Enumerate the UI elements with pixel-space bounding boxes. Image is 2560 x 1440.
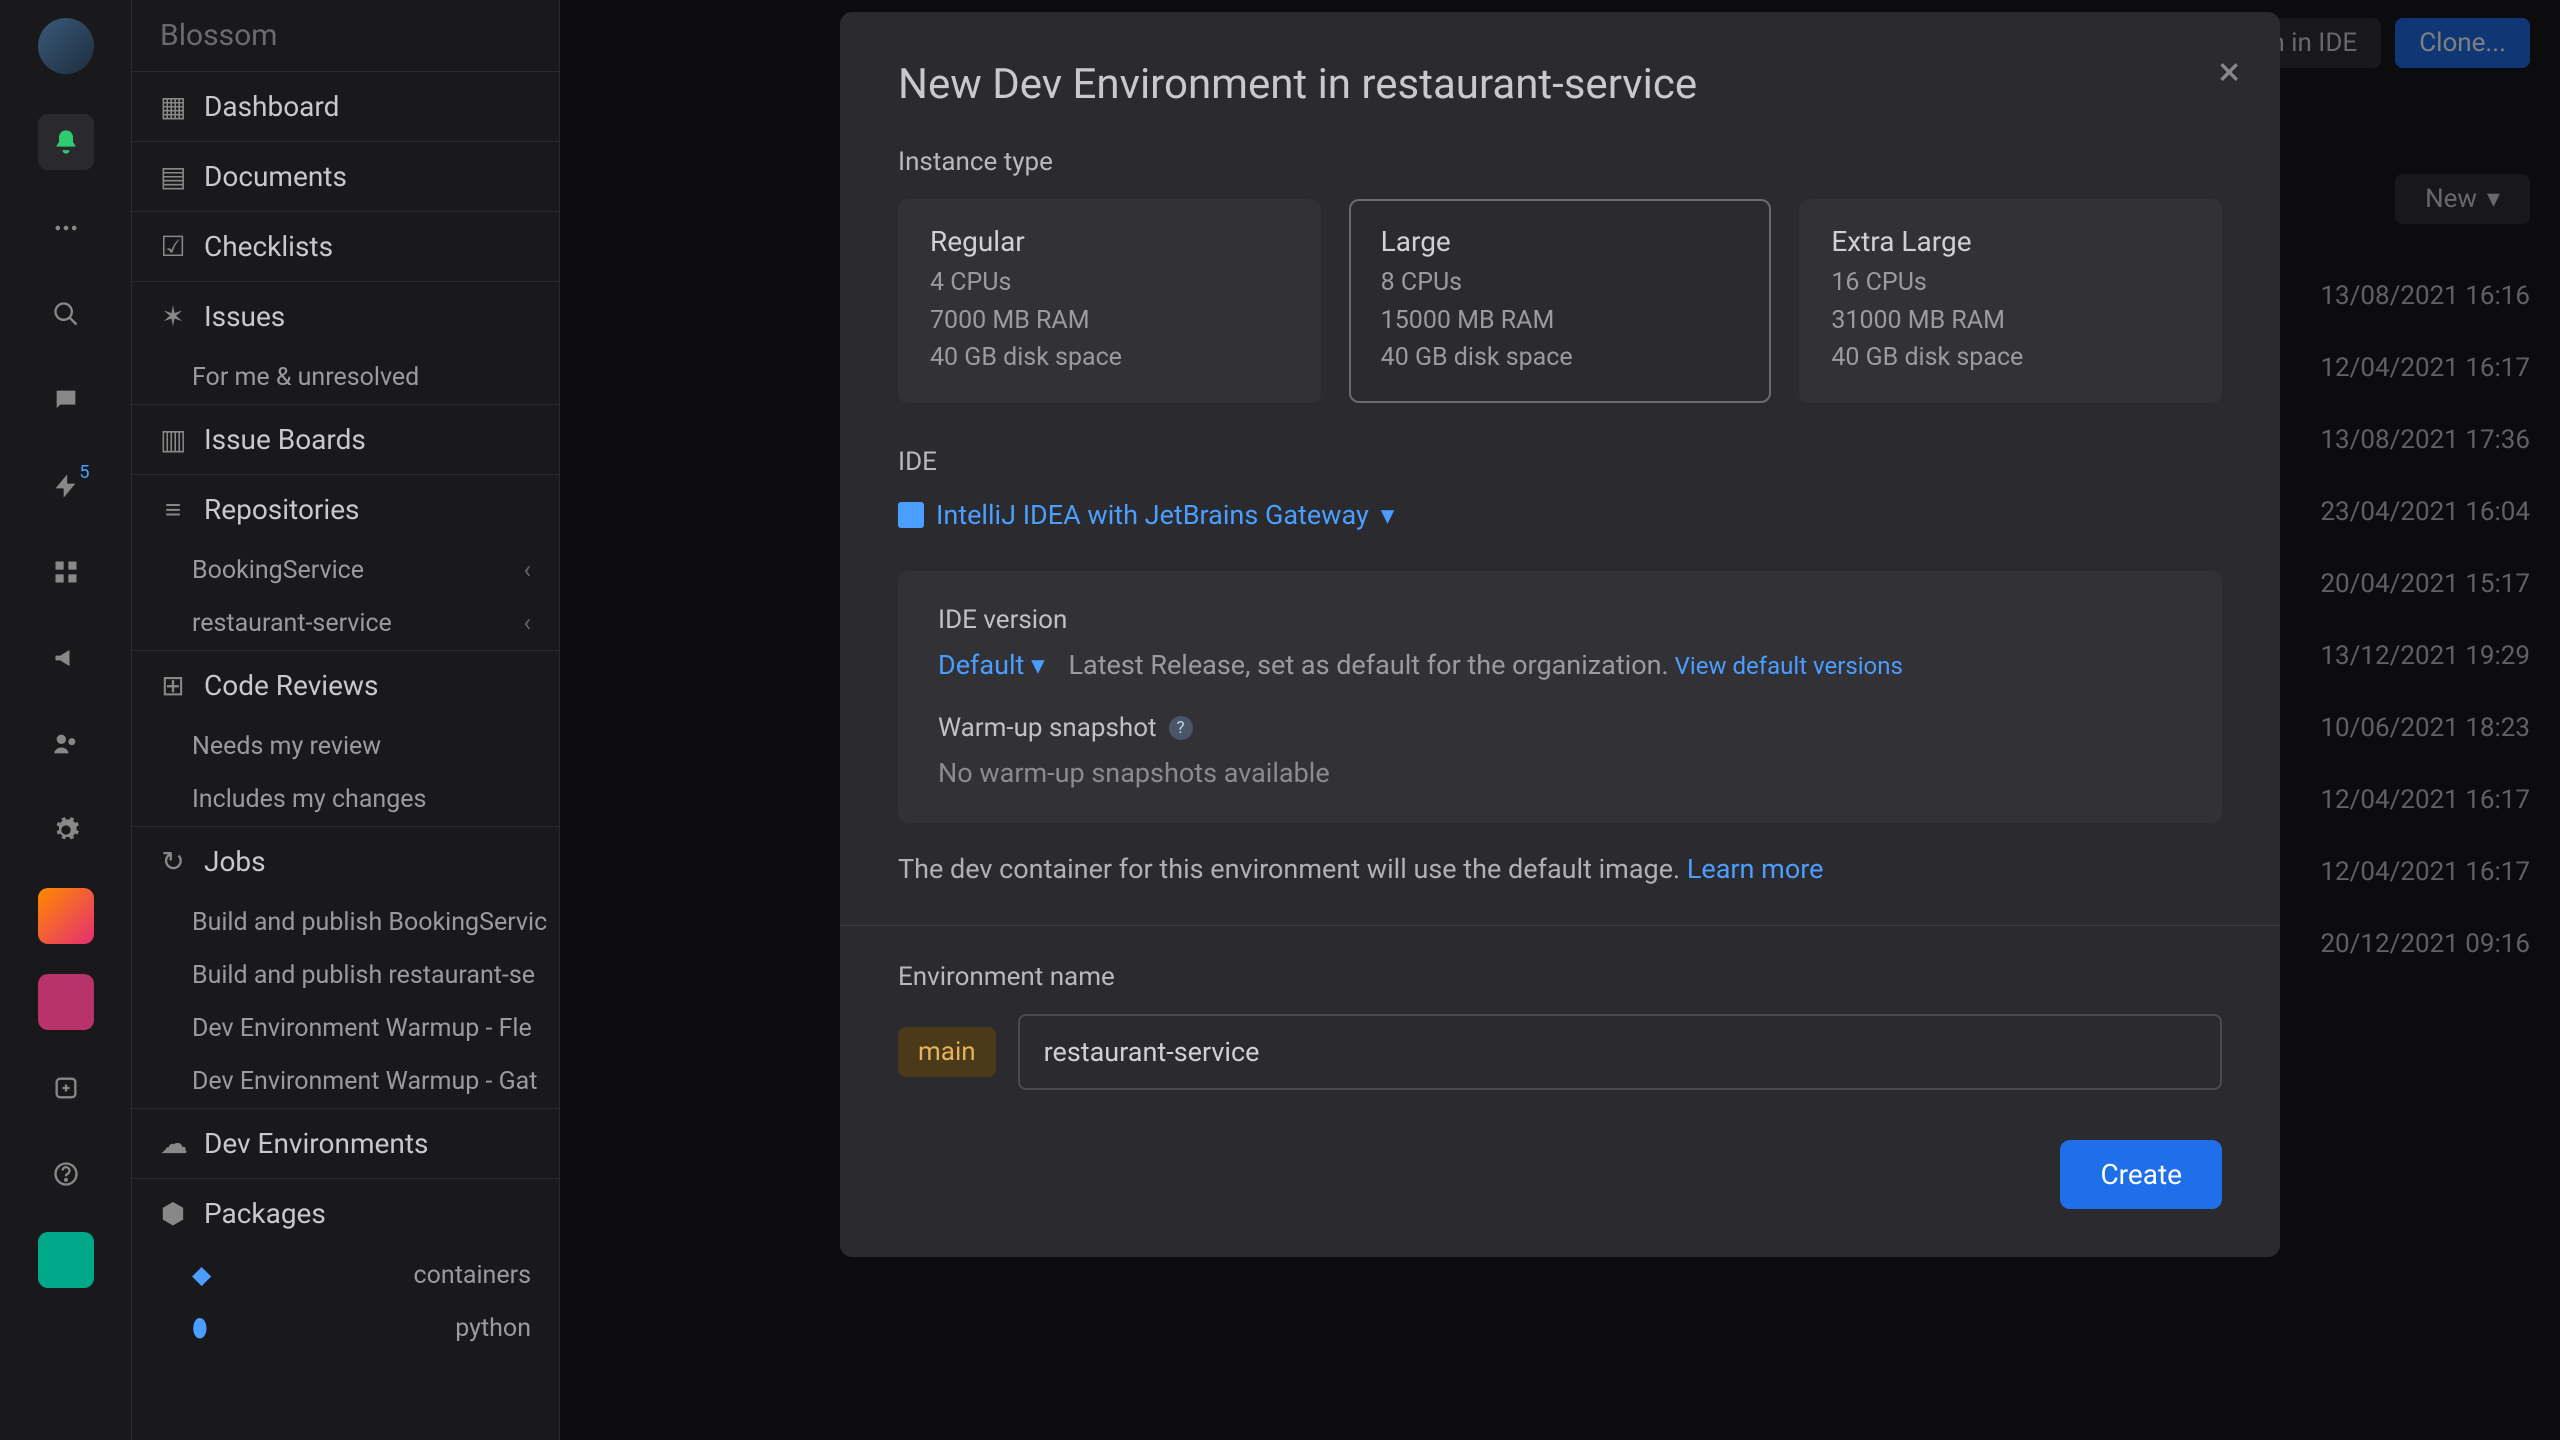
sidebar-sub-repo-booking[interactable]: BookingService‹ — [132, 544, 559, 597]
divider — [840, 925, 2280, 926]
sidebar: Blossom ▦Dashboard ▤Documents ☑Checklist… — [132, 0, 560, 1440]
close-icon[interactable]: × — [2219, 48, 2240, 95]
megaphone-icon[interactable] — [38, 630, 94, 686]
sidebar-item-checklists[interactable]: ☑Checklists — [132, 212, 559, 281]
instance-type-label: Instance type — [898, 147, 2222, 177]
add-icon[interactable] — [38, 1060, 94, 1116]
sidebar-sub-job-3[interactable]: Dev Environment Warmup - Fle — [132, 1002, 559, 1055]
branch-tag: main — [898, 1027, 996, 1077]
ide-selector[interactable]: IntelliJ IDEA with JetBrains Gateway ▾ — [898, 499, 2222, 531]
gear-icon[interactable] — [38, 802, 94, 858]
main-area: Settings Open in IDE Clone... New▾ dency… — [560, 0, 2560, 1440]
app-shortcut-3[interactable] — [38, 1232, 94, 1288]
sidebar-sub-pkg-containers[interactable]: ◆containers — [132, 1248, 559, 1302]
more-icon[interactable] — [38, 200, 94, 256]
search-icon[interactable] — [38, 286, 94, 342]
learn-more-link[interactable]: Learn more — [1687, 853, 1824, 885]
intellij-icon — [898, 502, 924, 528]
warmup-status: No warm-up snapshots available — [938, 757, 2182, 789]
warmup-label: Warm-up snapshot — [938, 713, 1157, 743]
avatar[interactable] — [38, 18, 94, 74]
sidebar-item-dev-environments[interactable]: ☁Dev Environments — [132, 1109, 559, 1178]
apps-icon[interactable] — [38, 544, 94, 600]
create-button[interactable]: Create — [2060, 1140, 2222, 1209]
modal-title: New Dev Environment in restaurant-servic… — [898, 60, 2222, 109]
sidebar-sub-job-4[interactable]: Dev Environment Warmup - Gat — [132, 1055, 559, 1108]
help-tooltip-icon[interactable]: ? — [1169, 716, 1193, 740]
ide-version-panel: IDE version Default ▾ Latest Release, se… — [898, 571, 2222, 823]
view-default-versions-link[interactable]: View default versions — [1675, 652, 1903, 680]
sidebar-item-issue-boards[interactable]: ▥Issue Boards — [132, 405, 559, 474]
sidebar-sub-job-1[interactable]: Build and publish BookingServic — [132, 896, 559, 949]
sidebar-item-packages[interactable]: ⬢Packages — [132, 1179, 559, 1248]
ide-label: IDE — [898, 447, 2222, 477]
chevron-down-icon: ▾ — [1381, 499, 1395, 531]
ide-version-selector[interactable]: Default ▾ — [938, 649, 1045, 681]
sidebar-item-issues[interactable]: ✶Issues — [132, 282, 559, 351]
chat-icon[interactable] — [38, 372, 94, 428]
new-dev-env-modal: × New Dev Environment in restaurant-serv… — [840, 12, 2280, 1257]
sidebar-sub-job-2[interactable]: Build and publish restaurant-se — [132, 949, 559, 1002]
chevron-left-icon: ‹ — [523, 609, 531, 638]
sidebar-item-repositories[interactable]: ≡Repositories — [132, 475, 559, 544]
sidebar-item-dashboard[interactable]: ▦Dashboard — [132, 72, 559, 141]
app-shortcut-2[interactable] — [38, 974, 94, 1030]
sidebar-item-jobs[interactable]: ↻Jobs — [132, 827, 559, 896]
instance-card-extra-large[interactable]: Extra Large 16 CPUs 31000 MB RAM 40 GB d… — [1799, 199, 2222, 403]
sidebar-sub-cr-includes[interactable]: Includes my changes — [132, 773, 559, 826]
icon-rail: 5 — [0, 0, 132, 1440]
project-title[interactable]: Blossom — [132, 0, 559, 71]
chevron-left-icon: ‹ — [523, 556, 531, 585]
app-shortcut-1[interactable] — [38, 888, 94, 944]
sidebar-item-documents[interactable]: ▤Documents — [132, 142, 559, 211]
ide-version-label: IDE version — [938, 605, 2182, 635]
notifications-icon[interactable] — [38, 114, 94, 170]
instance-card-regular[interactable]: Regular 4 CPUs 7000 MB RAM 40 GB disk sp… — [898, 199, 1321, 403]
instance-card-large[interactable]: Large 8 CPUs 15000 MB RAM 40 GB disk spa… — [1349, 199, 1772, 403]
env-name-label: Environment name — [898, 962, 2222, 992]
bolt-badge: 5 — [79, 462, 89, 483]
help-icon[interactable] — [38, 1146, 94, 1202]
container-info: The dev container for this environment w… — [898, 853, 2222, 885]
modal-overlay: × New Dev Environment in restaurant-serv… — [560, 0, 2560, 1440]
instance-type-cards: Regular 4 CPUs 7000 MB RAM 40 GB disk sp… — [898, 199, 2222, 403]
bolt-icon[interactable]: 5 — [38, 458, 94, 514]
sidebar-sub-issues-forme[interactable]: For me & unresolved — [132, 351, 559, 404]
environment-name-input[interactable] — [1018, 1014, 2222, 1090]
sidebar-sub-cr-needs[interactable]: Needs my review — [132, 720, 559, 773]
team-icon[interactable] — [38, 716, 94, 772]
sidebar-sub-pkg-python[interactable]: ⬮python — [132, 1302, 559, 1355]
ide-version-desc: Latest Release, set as default for the o… — [1068, 649, 1668, 681]
sidebar-sub-repo-restaurant[interactable]: restaurant-service‹ — [132, 597, 559, 650]
sidebar-item-code-reviews[interactable]: ⊞Code Reviews — [132, 651, 559, 720]
